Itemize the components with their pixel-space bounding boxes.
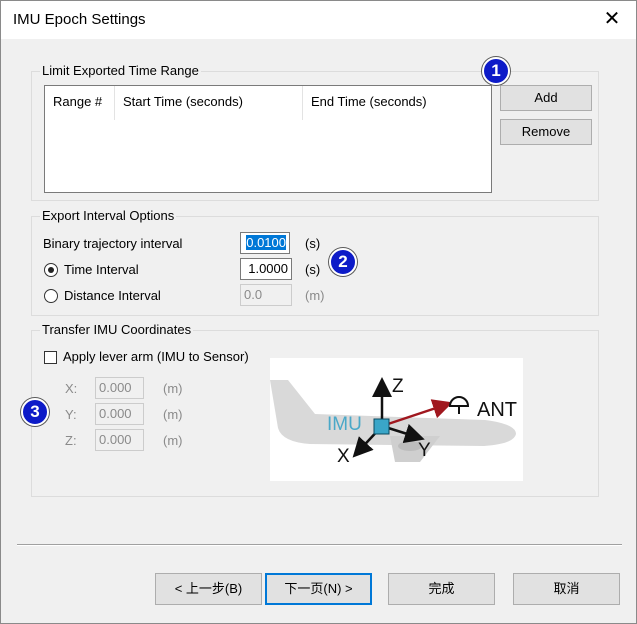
column-header-end-time[interactable]: End Time (seconds) <box>303 86 491 120</box>
lever-arm-checkbox[interactable] <box>44 351 57 364</box>
column-header-range[interactable]: Range # <box>45 86 115 120</box>
y-offset-unit: (m) <box>163 407 183 422</box>
binary-trajectory-unit: (s) <box>305 236 321 251</box>
remove-button[interactable]: Remove <box>500 119 592 145</box>
ant-text: ANT <box>477 399 517 421</box>
aircraft-diagram-svg: IMU ANT Z X Y <box>270 376 517 467</box>
time-interval-label[interactable]: Time Interval <box>64 262 139 277</box>
close-icon[interactable]: ✕ <box>602 9 622 31</box>
footer-separator <box>17 544 622 546</box>
lever-arm-label[interactable]: Apply lever arm (IMU to Sensor) <box>63 349 249 364</box>
time-range-group-label: Limit Exported Time Range <box>40 63 201 79</box>
distance-interval-input[interactable]: 0.0 <box>240 284 292 306</box>
x-offset-input[interactable]: 0.000 <box>95 377 144 399</box>
imu-epoch-settings-dialog: IMU Epoch Settings ✕ Limit Exported Time… <box>0 0 637 624</box>
callout-badge-1: 1 <box>482 57 510 85</box>
binary-trajectory-value: 0.0100 <box>246 235 286 250</box>
binary-trajectory-label: Binary trajectory interval <box>43 236 183 251</box>
export-interval-group-label: Export Interval Options <box>40 208 177 224</box>
time-interval-radio[interactable] <box>44 263 58 277</box>
callout-badge-2: 2 <box>329 248 357 276</box>
imu-text: IMU <box>327 414 362 435</box>
time-interval-unit: (s) <box>305 262 321 277</box>
add-button[interactable]: Add <box>500 85 592 111</box>
x-offset-label: X: <box>65 381 78 396</box>
column-header-start-time[interactable]: Start Time (seconds) <box>115 86 303 120</box>
title-bar: IMU Epoch Settings ✕ <box>1 1 636 39</box>
y-axis-text: Y <box>418 440 431 461</box>
back-button[interactable]: < 上一步(B) <box>155 573 262 605</box>
cancel-button[interactable]: 取消 <box>513 573 620 605</box>
time-range-list[interactable]: Range # Start Time (seconds) End Time (s… <box>44 85 492 193</box>
imu-box-icon <box>373 418 390 435</box>
binary-trajectory-input[interactable]: 0.0100 <box>240 232 290 254</box>
z-offset-input[interactable]: 0.000 <box>95 429 144 451</box>
distance-interval-unit: (m) <box>305 288 325 303</box>
time-interval-input[interactable]: 1.0000 <box>240 258 292 280</box>
antenna-icon <box>448 396 470 414</box>
window-title: IMU Epoch Settings <box>13 11 146 28</box>
list-header: Range # Start Time (seconds) End Time (s… <box>45 86 491 120</box>
z-axis-text: Z <box>392 376 404 397</box>
y-offset-label: Y: <box>65 407 77 422</box>
z-offset-label: Z: <box>65 433 77 448</box>
lever-arm-diagram: IMU ANT Z X Y <box>270 358 523 481</box>
next-button[interactable]: 下一页(N) > <box>265 573 372 605</box>
z-offset-unit: (m) <box>163 433 183 448</box>
distance-interval-label[interactable]: Distance Interval <box>64 288 161 303</box>
x-axis-text: X <box>337 446 350 467</box>
finish-button[interactable]: 完成 <box>388 573 495 605</box>
callout-badge-3: 3 <box>21 398 49 426</box>
y-offset-input[interactable]: 0.000 <box>95 403 144 425</box>
transfer-imu-group-label: Transfer IMU Coordinates <box>40 322 194 338</box>
x-offset-unit: (m) <box>163 381 183 396</box>
distance-interval-radio[interactable] <box>44 289 58 303</box>
